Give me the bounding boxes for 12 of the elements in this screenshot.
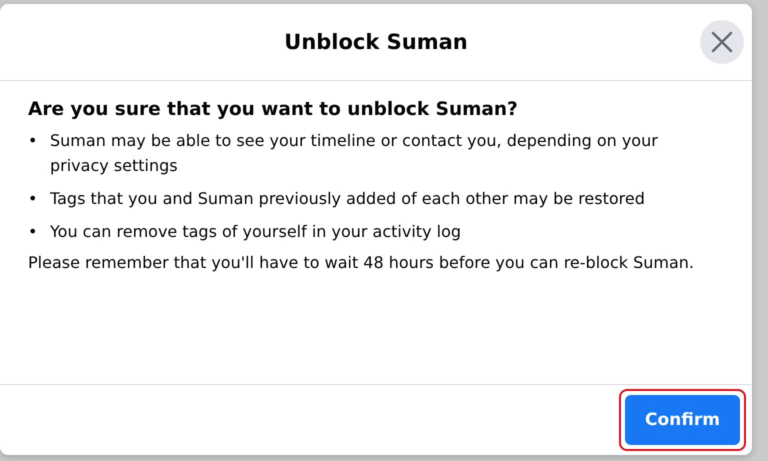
confirmation-question: Are you sure that you want to unblock Suman? xyxy=(28,99,519,120)
consequence-item: You can remove tags of yourself in your activity log xyxy=(50,221,462,243)
bullet-mark: • xyxy=(28,221,38,243)
bullet-mark: • xyxy=(28,188,38,210)
dialog-title: Unblock Suman xyxy=(284,30,468,54)
close-button[interactable] xyxy=(700,20,744,64)
consequence-item: Tags that you and Suman previously added of each other may be restored xyxy=(50,188,645,210)
reminder-note: Please remember that you'll have to wait 48 hours before you can re-block Suman. xyxy=(28,252,695,274)
close-icon xyxy=(711,31,733,53)
consequence-item: Suman may be able to see your timeline or contact you, depending on your privacy settings xyxy=(50,130,659,177)
confirm-button[interactable]: Confirm xyxy=(625,395,740,445)
bullet-mark: • xyxy=(28,130,38,152)
